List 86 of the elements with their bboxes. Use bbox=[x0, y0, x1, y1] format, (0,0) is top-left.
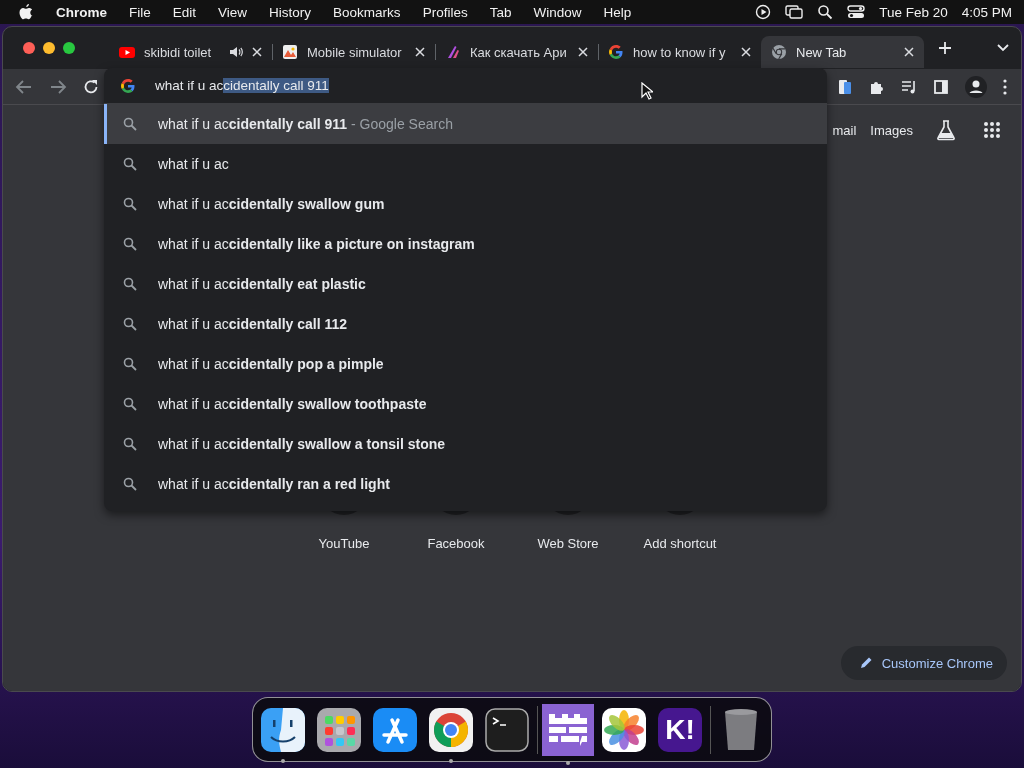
google-icon bbox=[608, 44, 624, 60]
suggestion-row[interactable]: what if u ac bbox=[104, 144, 827, 184]
close-icon[interactable] bbox=[578, 47, 588, 57]
zoom-window-button[interactable] bbox=[63, 42, 75, 54]
suggestion-row[interactable]: what if u accidentally call 112 bbox=[104, 304, 827, 344]
apple-icon[interactable] bbox=[18, 3, 34, 21]
apps-grid-icon[interactable] bbox=[983, 121, 1001, 139]
shortcut-label[interactable]: Facebook bbox=[427, 536, 485, 551]
search-icon bbox=[123, 277, 137, 291]
menu-item[interactable]: History bbox=[269, 4, 312, 20]
header-link[interactable]: mail bbox=[832, 122, 857, 138]
search-icon bbox=[123, 157, 137, 171]
menu-bar-time[interactable]: 4:05 PM bbox=[961, 4, 1012, 20]
minimize-window-button[interactable] bbox=[43, 42, 55, 54]
close-icon[interactable] bbox=[252, 47, 262, 57]
forward-icon[interactable] bbox=[49, 78, 67, 95]
browser-tab[interactable]: how to know if y bbox=[598, 36, 761, 68]
search-icon bbox=[123, 397, 137, 411]
shortcut-label[interactable]: YouTube bbox=[318, 536, 370, 551]
play-icon[interactable] bbox=[755, 4, 772, 20]
brush-stroke-icon bbox=[445, 44, 461, 60]
chrome-icon[interactable] bbox=[427, 705, 475, 754]
more-menu-icon[interactable] bbox=[1003, 78, 1007, 95]
search-icon[interactable] bbox=[817, 4, 834, 20]
menu-item[interactable]: View bbox=[218, 4, 248, 20]
suggestion-row[interactable]: what if u accidentally pop a pimple bbox=[104, 344, 827, 384]
face-icon[interactable] bbox=[259, 705, 307, 754]
app-icon[interactable]: K! bbox=[658, 707, 702, 752]
pencil-icon bbox=[858, 656, 873, 670]
search-icon bbox=[123, 477, 137, 491]
search-icon bbox=[123, 317, 137, 331]
browser-tab[interactable]: skibidi toilet bbox=[109, 36, 272, 68]
suggestion-row[interactable]: what if u accidentally swallow gum bbox=[104, 184, 827, 224]
control-center-icon[interactable] bbox=[847, 4, 866, 20]
screen-mirroring-icon[interactable] bbox=[785, 4, 804, 20]
app-store-icon[interactable] bbox=[371, 705, 419, 754]
google-icon bbox=[120, 77, 136, 94]
browser-tab[interactable]: Mobile simulator bbox=[272, 36, 435, 68]
app-grid-icon[interactable] bbox=[315, 705, 363, 754]
reload-icon[interactable] bbox=[83, 78, 99, 95]
close-icon[interactable] bbox=[741, 47, 751, 57]
terminal-icon[interactable] bbox=[483, 705, 531, 754]
menu-bar-date[interactable]: Tue Feb 20 bbox=[879, 4, 948, 20]
speaker-icon[interactable] bbox=[229, 45, 243, 59]
video-play-icon bbox=[119, 44, 135, 60]
side-panel-icon[interactable] bbox=[933, 78, 949, 95]
new-tab-icon[interactable] bbox=[938, 41, 952, 55]
suggestion-row[interactable]: what if u accidentally ran a red light bbox=[104, 464, 827, 504]
profile-icon[interactable] bbox=[965, 75, 987, 98]
flower-icon[interactable] bbox=[600, 705, 648, 754]
back-icon[interactable] bbox=[15, 78, 33, 95]
menu-item[interactable]: Bookmarks bbox=[333, 4, 401, 20]
close-window-button[interactable] bbox=[23, 42, 35, 54]
search-icon bbox=[123, 437, 137, 451]
menu-item[interactable]: Edit bbox=[172, 4, 197, 20]
suggestion-row[interactable]: what if u accidentally swallow toothpaste bbox=[104, 384, 827, 424]
suggestion-row[interactable]: what if u accidentally eat plastic bbox=[104, 264, 827, 304]
suggestion-row[interactable]: what if u accidentally call 911 - Google Search bbox=[104, 104, 827, 144]
search-icon bbox=[123, 357, 137, 371]
app-menu[interactable]: Chrome bbox=[56, 4, 107, 20]
header-link[interactable]: Images bbox=[870, 122, 913, 138]
suggestion-row[interactable]: what if u accidentally like a picture on instagram bbox=[104, 224, 827, 264]
brick-wall-icon[interactable] bbox=[542, 703, 594, 756]
mouse-pointer-icon bbox=[641, 82, 653, 100]
search-icon bbox=[123, 237, 137, 251]
browser-tab[interactable]: Как скачать Ари bbox=[435, 36, 598, 68]
search-icon bbox=[123, 197, 137, 211]
picture-icon bbox=[282, 44, 298, 60]
flask-icon[interactable] bbox=[935, 119, 957, 141]
close-icon[interactable] bbox=[415, 47, 425, 57]
browser-tab[interactable]: New Tab bbox=[761, 36, 924, 68]
shortcut-label[interactable]: Web Store bbox=[537, 536, 599, 551]
menu-item[interactable]: Help bbox=[603, 4, 632, 20]
media-queue-icon[interactable] bbox=[901, 78, 917, 95]
customize-chrome-button[interactable]: Customize Chrome bbox=[840, 646, 1007, 680]
chevron-down-icon[interactable] bbox=[997, 44, 1009, 52]
shortcut-label[interactable]: Add shortcut bbox=[643, 536, 717, 551]
search-icon bbox=[123, 117, 137, 131]
menu-item[interactable]: File bbox=[129, 4, 151, 20]
menu-item[interactable]: Tab bbox=[489, 4, 512, 20]
document-icon[interactable] bbox=[837, 78, 853, 95]
chrome-icon bbox=[771, 44, 787, 60]
menu-item[interactable]: Window bbox=[533, 4, 582, 20]
menu-item[interactable]: Profiles bbox=[422, 4, 468, 20]
suggestion-row[interactable]: what if u accidentally swallow a tonsil stone bbox=[104, 424, 827, 464]
close-icon[interactable] bbox=[904, 47, 914, 57]
